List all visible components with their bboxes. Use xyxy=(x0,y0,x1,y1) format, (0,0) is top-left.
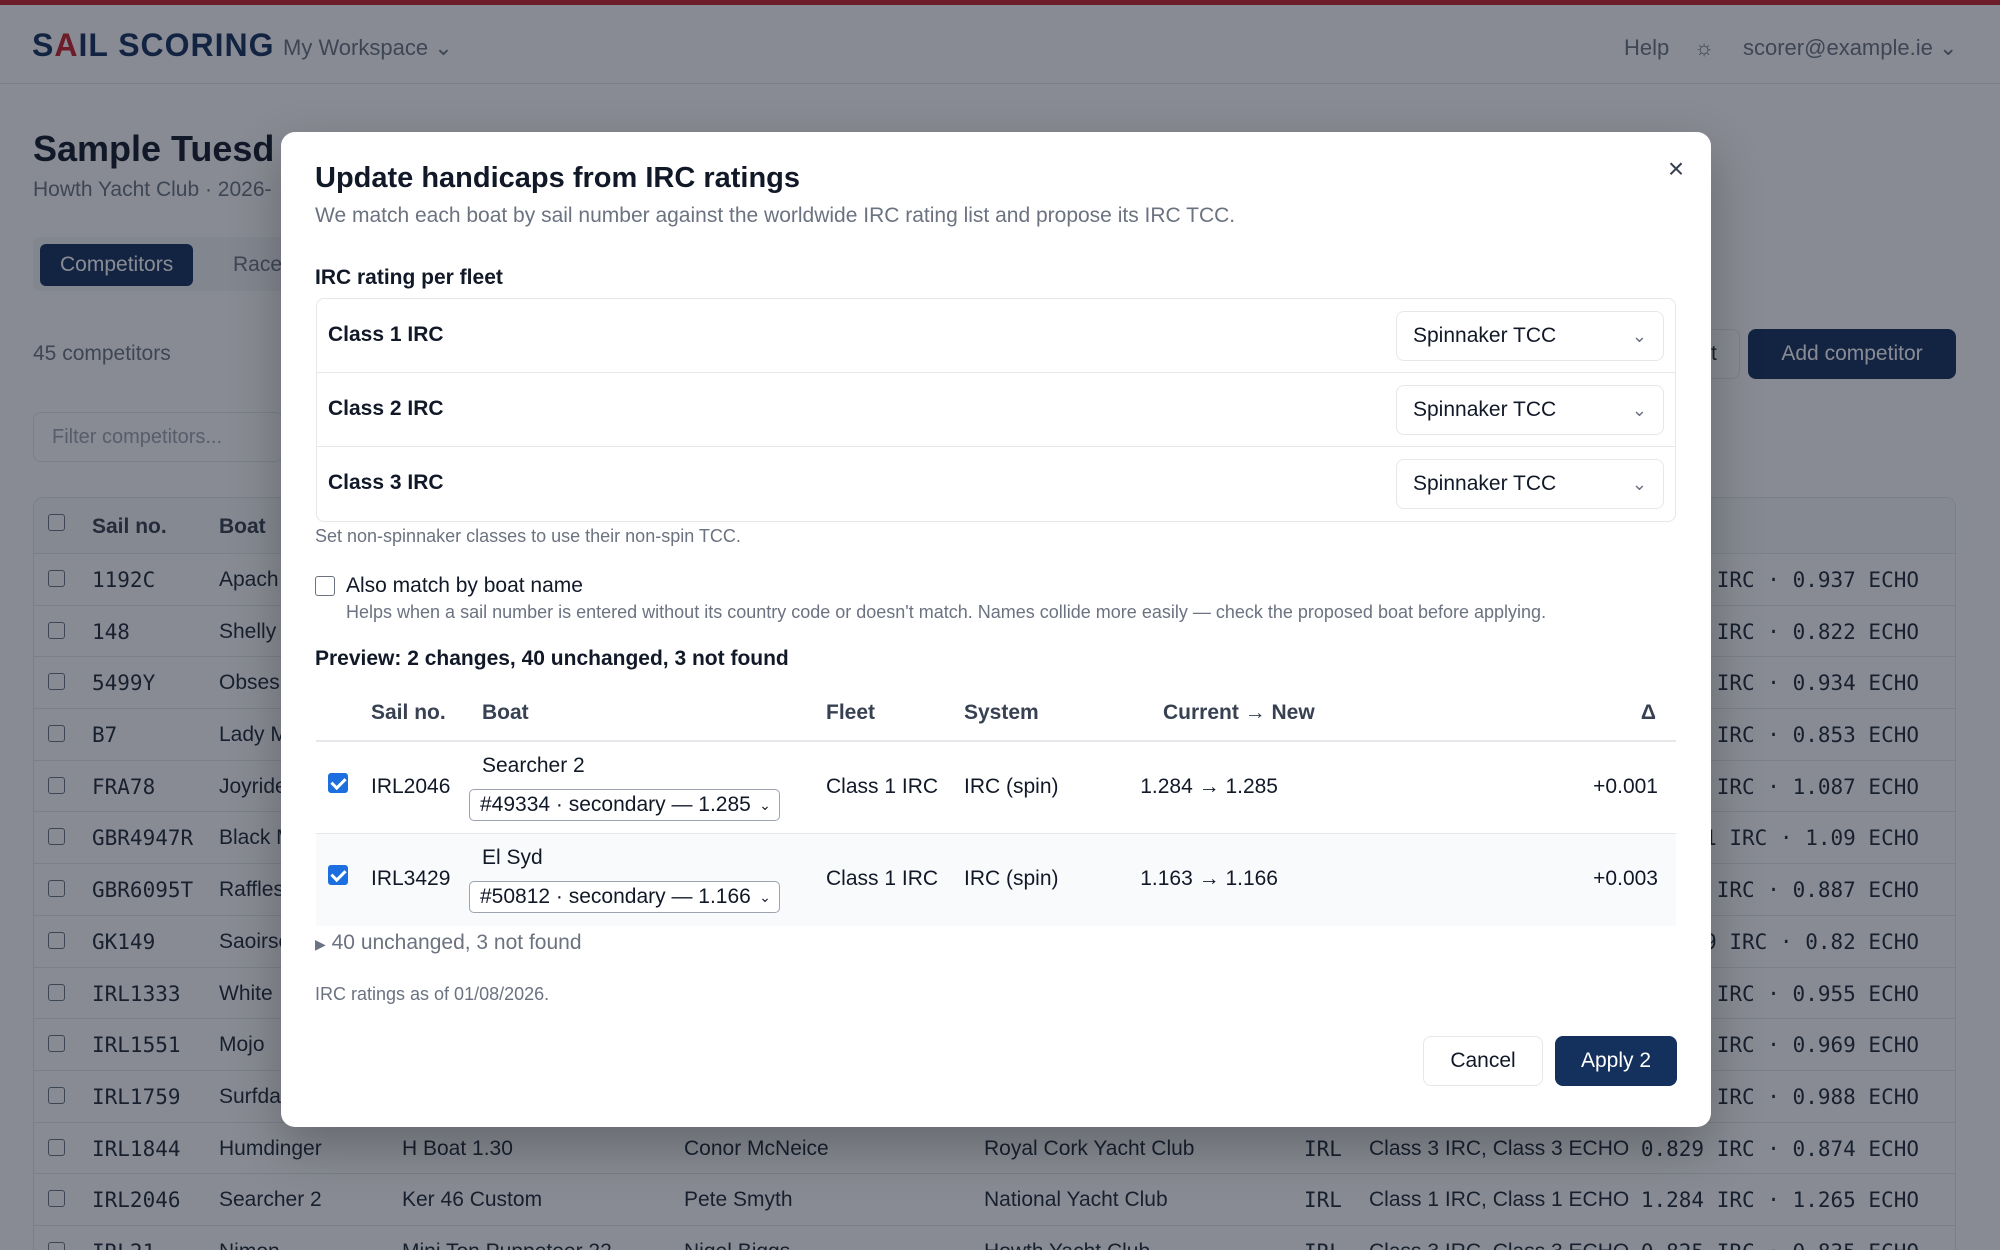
fleet-row: Class 1 IRC Spinnaker TCC ⌄ xyxy=(317,299,1675,373)
row-system: IRC (spin) xyxy=(964,775,1059,798)
ratings-as-of: IRC ratings as of 01/08/2026. xyxy=(315,984,550,1004)
preview-row: IRL3429 El Syd #50812 · secondary — 1.16… xyxy=(316,834,1676,926)
col-boat: Boat xyxy=(482,701,529,724)
chevron-down-icon: ⌄ xyxy=(1631,474,1647,494)
preview-row: IRL2046 Searcher 2 #49334 · secondary — … xyxy=(316,742,1676,834)
fleet-section-label: IRC rating per fleet xyxy=(315,266,503,289)
chevron-down-icon: ⌄ xyxy=(1631,400,1647,420)
row-fleet: Class 1 IRC xyxy=(826,867,939,890)
preview-table: Sail no. Boat Fleet System Current → New… xyxy=(316,687,1676,926)
preview-table-header: Sail no. Boat Fleet System Current → New… xyxy=(316,687,1676,742)
match-by-name-label[interactable]: Also match by boat name xyxy=(346,574,583,598)
apply-button[interactable]: Apply 2 xyxy=(1555,1036,1677,1086)
dialog-title: Update handicaps from IRC ratings xyxy=(315,162,801,194)
row-fleet: Class 1 IRC xyxy=(826,775,939,798)
row-include-checkbox[interactable] xyxy=(328,773,348,793)
chevron-down-icon: ⌄ xyxy=(1631,326,1647,346)
row-system: IRC (spin) xyxy=(964,867,1059,890)
match-candidate-select[interactable]: #49334 · secondary — 1.285 ⌄ xyxy=(469,789,780,821)
close-icon[interactable]: × xyxy=(1661,154,1691,184)
col-delta: Δ xyxy=(1640,701,1656,724)
preview-summary: Preview: 2 changes, 40 unchanged, 3 not … xyxy=(315,647,789,670)
col-sail: Sail no. xyxy=(371,701,446,724)
cancel-button[interactable]: Cancel xyxy=(1423,1036,1543,1086)
fleet-hint: Set non-spinnaker classes to use their n… xyxy=(315,526,741,546)
row-change: 1.284 → 1.285 xyxy=(1140,775,1278,798)
triangle-right-icon: ▶ xyxy=(315,936,326,952)
fleet-name: Class 2 IRC xyxy=(328,397,444,420)
row-include-checkbox[interactable] xyxy=(328,865,348,885)
row-delta: +0.001 xyxy=(1593,775,1658,798)
match-candidate-select[interactable]: #50812 · secondary — 1.166 ⌄ xyxy=(469,881,780,913)
row-boat: El Syd xyxy=(482,846,543,869)
fleet-name: Class 1 IRC xyxy=(328,323,444,346)
col-fleet: Fleet xyxy=(826,701,876,724)
row-sail: IRL2046 xyxy=(371,775,451,798)
col-system: System xyxy=(964,701,1039,724)
dialog-description: We match each boat by sail number agains… xyxy=(315,204,1236,227)
row-boat: Searcher 2 xyxy=(482,754,585,777)
fleet-rating-list: Class 1 IRC Spinnaker TCC ⌄ Class 2 IRC S… xyxy=(316,298,1676,522)
fleet-rating-select[interactable]: Spinnaker TCC ⌄ xyxy=(1396,459,1664,509)
fleet-name: Class 3 IRC xyxy=(328,471,444,494)
match-by-name-help: Helps when a sail number is entered with… xyxy=(346,602,1547,622)
row-sail: IRL3429 xyxy=(371,867,451,890)
unchanged-disclosure[interactable]: ▶ 40 unchanged, 3 not found xyxy=(315,931,582,955)
row-change: 1.163 → 1.166 xyxy=(1140,867,1278,890)
row-delta: +0.003 xyxy=(1593,867,1658,890)
fleet-rating-select[interactable]: Spinnaker TCC ⌄ xyxy=(1396,385,1664,435)
fleet-row: Class 2 IRC Spinnaker TCC ⌄ xyxy=(317,373,1675,447)
chevron-down-icon: ⌄ xyxy=(759,889,771,905)
fleet-row: Class 3 IRC Spinnaker TCC ⌄ xyxy=(317,447,1675,521)
chevron-down-icon: ⌄ xyxy=(759,797,771,813)
irc-update-dialog: Update handicaps from IRC ratings We mat… xyxy=(281,132,1711,1127)
col-current-new: Current → New xyxy=(1163,701,1315,724)
fleet-rating-select[interactable]: Spinnaker TCC ⌄ xyxy=(1396,311,1664,361)
